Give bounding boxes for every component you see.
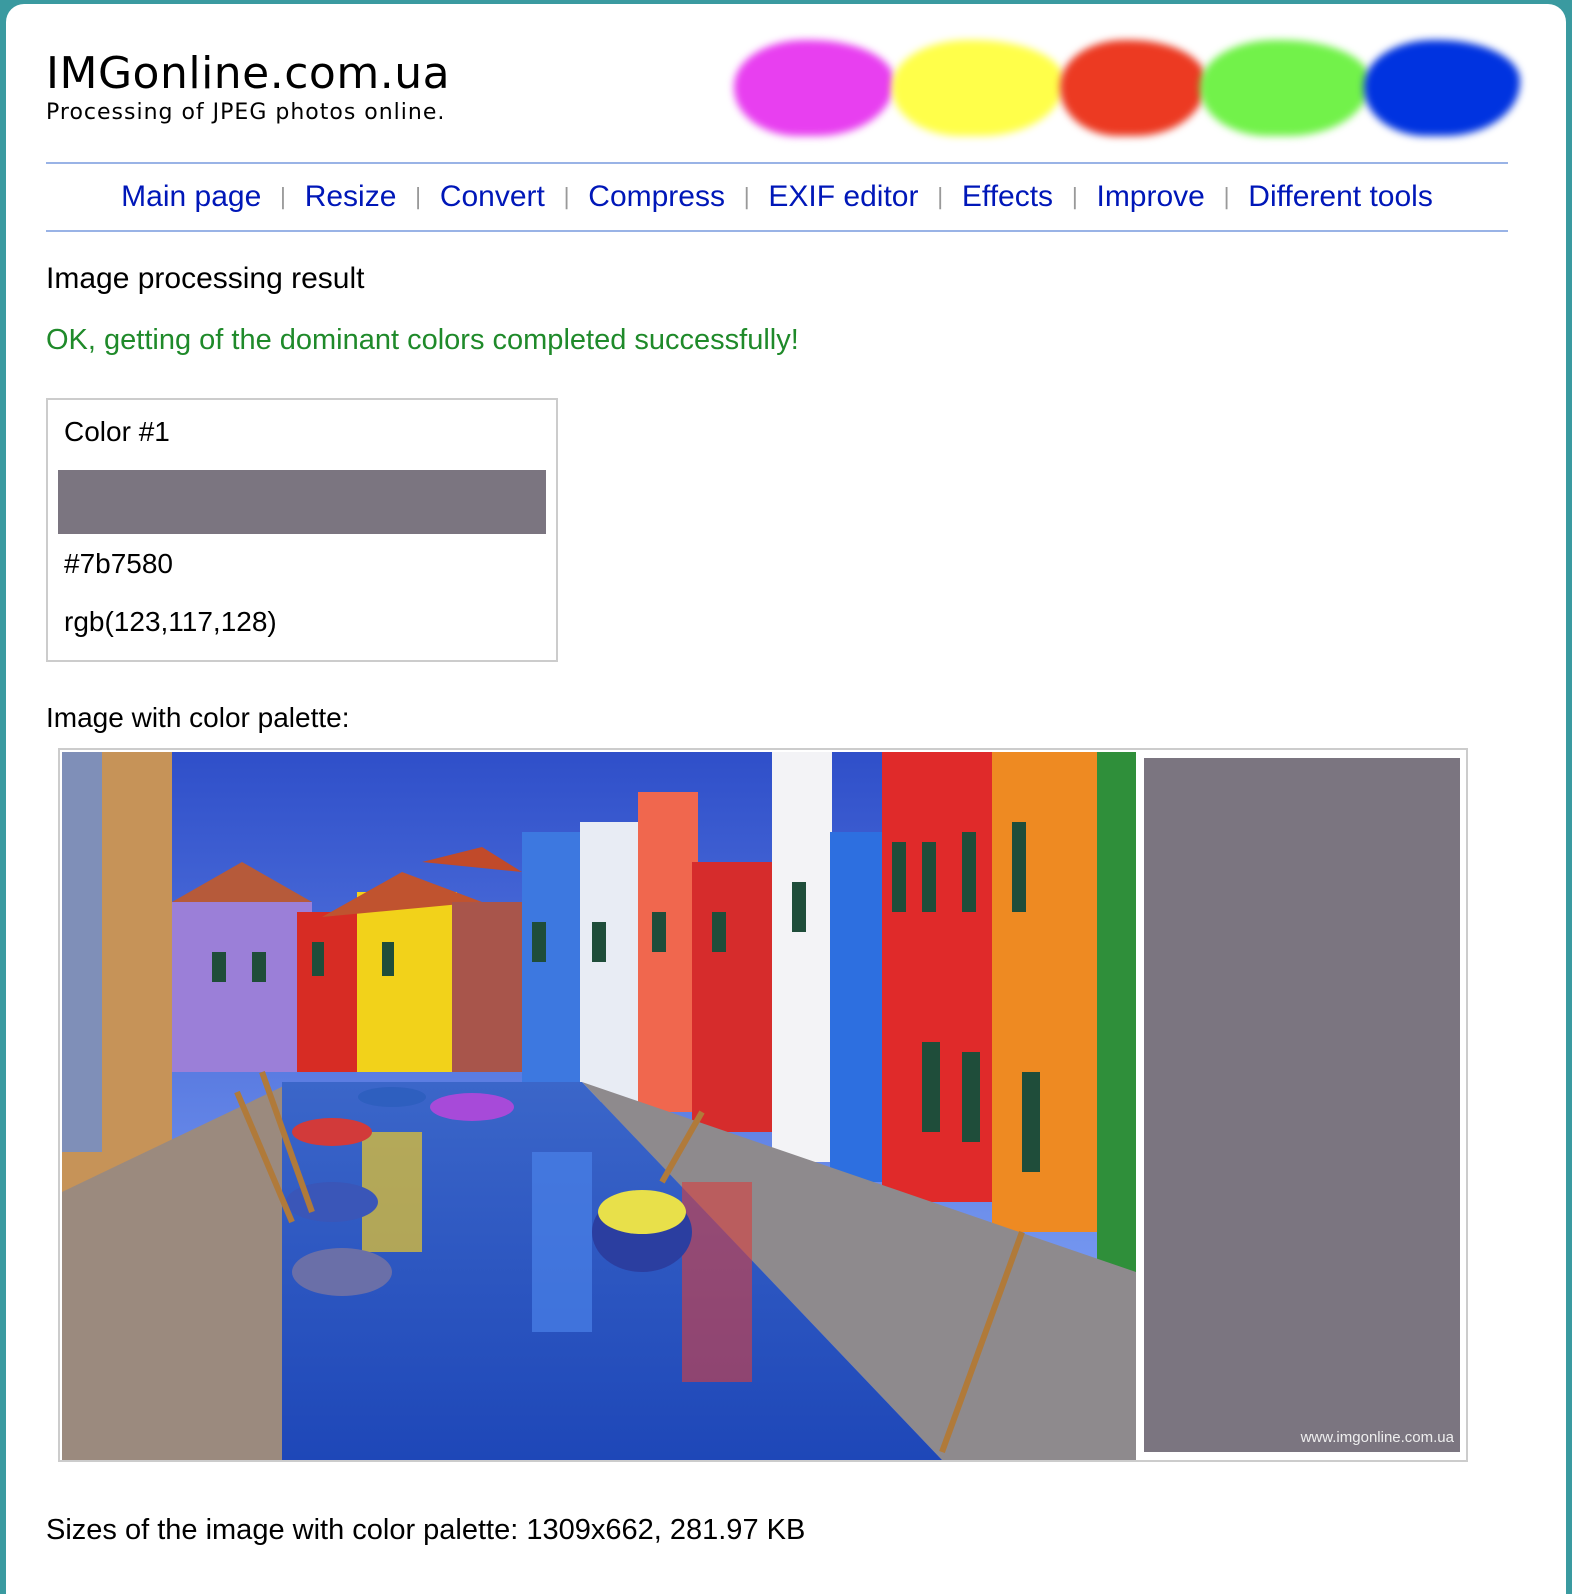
nav-separator: |: [279, 184, 287, 210]
palette-image[interactable]: www.imgonline.com.ua: [58, 748, 1468, 1462]
main-nav: Main page | Resize | Convert | Compress …: [46, 162, 1508, 232]
image-sizes-info: Sizes of the image with color palette: 1…: [46, 1514, 806, 1546]
watermark-text: www.imgonline.com.ua: [1300, 1429, 1454, 1446]
blob-green: [1200, 40, 1370, 136]
dominant-color-card: Color #1 #7b7580 rgb(123,117,128): [46, 398, 558, 662]
nav-convert[interactable]: Convert: [436, 180, 549, 214]
site-header: IMGonline.com.ua Processing of JPEG phot…: [46, 46, 450, 125]
site-subtitle: Processing of JPEG photos online.: [46, 100, 446, 125]
nav-main-page[interactable]: Main page: [117, 180, 265, 214]
palette-label: Image with color palette:: [46, 702, 350, 733]
nav-resize[interactable]: Resize: [301, 180, 401, 214]
nav-separator: |: [742, 184, 751, 210]
nav-separator: |: [936, 184, 944, 210]
nav-separator: |: [1222, 184, 1231, 210]
nav-exif-editor[interactable]: EXIF editor: [764, 180, 922, 214]
color-hex: #7b7580: [64, 548, 174, 579]
nav-separator: |: [414, 184, 422, 210]
color-swatch: [58, 470, 546, 534]
color-label: Color #1: [64, 416, 170, 447]
canal-photo-illustration: [62, 752, 1136, 1460]
blob-blue: [1364, 40, 1520, 136]
nav-compress[interactable]: Compress: [584, 180, 729, 214]
nav-separator: |: [562, 184, 571, 210]
result-heading: Image processing result: [46, 262, 365, 295]
blob-magenta: [734, 40, 894, 136]
nav-improve[interactable]: Improve: [1092, 180, 1208, 214]
color-blobs-logo: [734, 32, 1524, 144]
site-title[interactable]: IMGonline.com.ua: [46, 46, 450, 102]
blob-yellow: [892, 40, 1064, 136]
success-message: OK, getting of the dominant colors compl…: [46, 324, 799, 356]
nav-separator: |: [1071, 184, 1079, 210]
page: IMGonline.com.ua Processing of JPEG phot…: [6, 4, 1566, 1594]
blob-red: [1060, 40, 1206, 136]
color-rgb: rgb(123,117,128): [64, 606, 277, 637]
palette-color-swatch: www.imgonline.com.ua: [1144, 758, 1460, 1452]
nav-effects[interactable]: Effects: [958, 180, 1057, 214]
nav-different-tools[interactable]: Different tools: [1244, 180, 1437, 214]
canal-photo: [62, 752, 1136, 1460]
